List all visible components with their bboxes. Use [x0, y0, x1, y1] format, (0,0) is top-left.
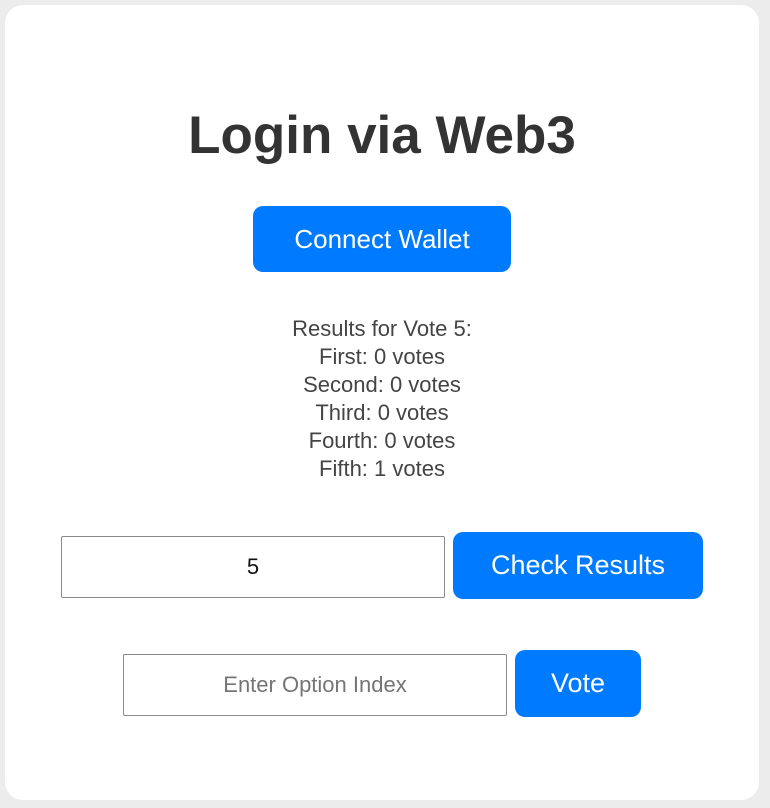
vote-button[interactable]: Vote	[515, 650, 641, 717]
result-line-third: Third: 0 votes	[315, 400, 449, 425]
result-line-first: First: 0 votes	[319, 344, 445, 369]
check-results-button[interactable]: Check Results	[453, 532, 703, 599]
vote-results: Results for Vote 5: First: 0 votes Secon…	[5, 315, 759, 483]
page-title: Login via Web3	[188, 106, 576, 165]
results-heading: Results for Vote 5:	[292, 316, 472, 341]
result-line-fifth: Fifth: 1 votes	[319, 456, 445, 481]
vote-id-input[interactable]	[61, 536, 445, 598]
option-index-input[interactable]	[123, 654, 507, 716]
result-line-fourth: Fourth: 0 votes	[308, 428, 456, 453]
login-card: Login via Web3 Connect Wallet Results fo…	[5, 5, 759, 800]
connect-wallet-button[interactable]: Connect Wallet	[253, 206, 511, 272]
result-line-second: Second: 0 votes	[303, 372, 461, 397]
